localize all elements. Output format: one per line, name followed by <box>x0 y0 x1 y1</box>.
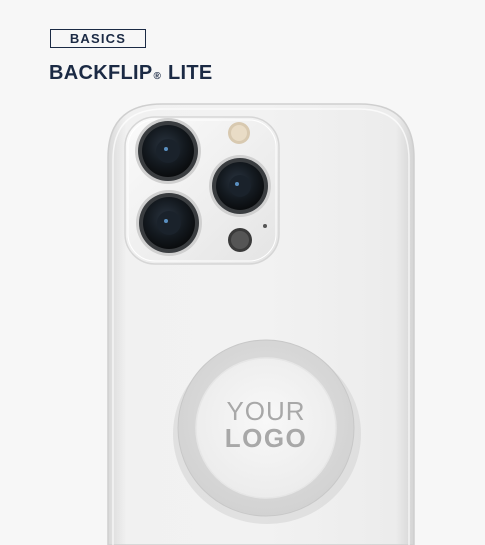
lidar-sensor <box>228 228 252 252</box>
product-image: YOUR LOGO <box>107 103 415 545</box>
camera-flash <box>228 122 250 144</box>
camera-lens-bottom-left <box>136 190 202 256</box>
grip-logo-line2: LOGO <box>225 423 308 453</box>
microphone-dot <box>263 224 267 228</box>
camera-lens-right <box>209 155 271 217</box>
camera-lens-top-left <box>135 118 201 184</box>
grip-logo-line1: YOUR <box>226 396 305 426</box>
